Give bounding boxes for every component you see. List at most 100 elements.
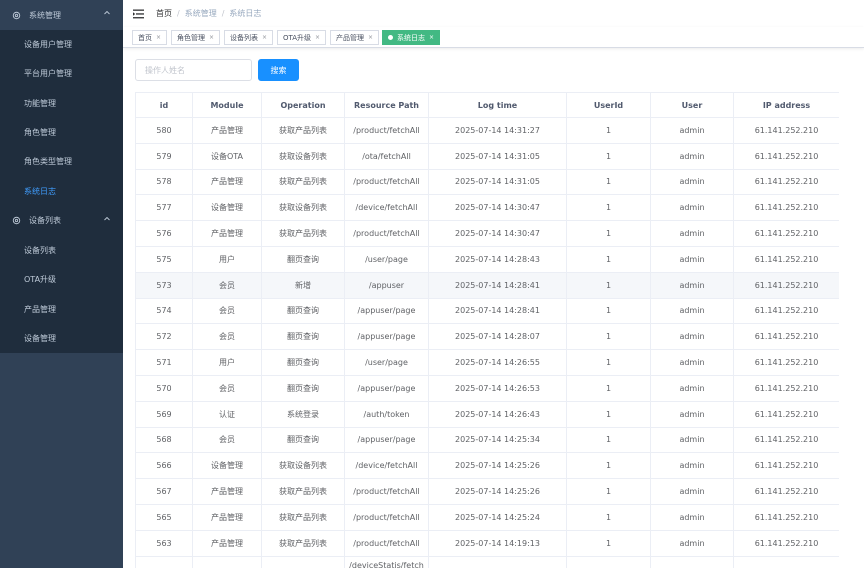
cell-userid: 1 [566,529,651,557]
breadcrumb-separator: / [221,9,225,18]
cell-user: admin [650,117,734,144]
table-row[interactable]: 567 产品管理 获取产品列表/product/fetchAll 2025-07-14… [135,478,839,505]
cell-operation: 翻页查询 [261,426,345,454]
menu-header-devices[interactable]: 设备列表 [0,205,123,236]
cell-module: 设备管理 [192,194,262,222]
menu-header-label: 设备列表 [29,216,61,226]
close-icon[interactable]: × [429,34,434,41]
cell-ip: 61.141.252.210 [733,503,839,531]
sidebar-item-role-types[interactable]: 角色类型管理 [0,147,123,176]
cell-module: 用户 [192,245,262,273]
cell-log-time: 2025-07-14 14:19:13 [428,529,567,557]
cell-userid: 1 [566,245,651,273]
cell-operation: 新增 [261,271,345,299]
cell-id: 579 [135,142,193,170]
hamburger-icon[interactable] [133,8,144,19]
cell-module: 产品管理 [192,168,262,196]
sidebar-item-system-log[interactable]: 系统日志 [0,176,123,205]
tag-products[interactable]: 产品管理 × [330,30,380,45]
table-row[interactable]: 580 产品管理 获取产品列表/product/fetchAll 2025-07-14… [135,117,839,144]
table-row[interactable]: 578 产品管理 获取产品列表/product/fetchAll 2025-07-14… [135,168,839,196]
cell-resource-path: /device/fetchAll [344,194,429,222]
close-icon[interactable]: × [209,34,214,41]
cell-user: admin [650,271,734,299]
sidebar-item-platform-users[interactable]: 平台用户管理 [0,59,123,88]
tag-system-log[interactable]: 系统日志 × [382,30,441,45]
table-row[interactable]: 574 会员 翻页查询/appuser/page 2025-07-14 14:28:4… [135,297,839,325]
table-row[interactable]: 569 认证 系统登录/auth/token 2025-07-14 14:26:43 1… [135,400,839,428]
cell-ip: 61.141.252.210 [733,142,839,170]
cell-userid: 1 [566,297,651,325]
cell-resource-path: /deviceStatis/fetch [344,555,429,568]
sidebar-item-products[interactable]: 产品管理 [0,294,123,323]
cell-module: 产品管理 [192,220,262,247]
cell-user: admin [650,426,734,454]
tag-ota[interactable]: OTA升级 × [277,30,327,45]
table-row[interactable]: 563 产品管理 获取产品列表/product/fetchAll 2025-07-14… [135,529,839,557]
close-icon[interactable]: × [315,34,320,41]
table-row[interactable]: 579 设备OTA 获取设备列表/ota/fetchAll 2025-07-14 14… [135,142,839,170]
table-row[interactable]: 575 用户 翻页查询/user/page 2025-07-14 14:28:43 1 a… [135,245,839,273]
column-header-user: User [650,92,734,118]
cell-log-time: 2025-07-14 14:28:07 [428,323,567,351]
table-row[interactable]: 566 设备管理 获取设备列表/device/fetchAll 2025-07-14 … [135,452,839,480]
cell-user: admin [650,168,734,196]
cell-operation: 获取设备列表 [261,452,345,480]
cell-ip: 61.141.252.210 [733,117,839,144]
cell-id: 577 [135,194,193,222]
cell-operation: 获取产品列表 [261,168,345,196]
cell-resource-path: /appuser/page [344,426,429,454]
table-row[interactable]: 573 会员 新增/appuser 2025-07-14 14:28:41 1 admin… [135,271,839,299]
cell-userid: 1 [566,142,651,170]
close-icon[interactable]: × [262,34,267,41]
cell-userid: 1 [566,220,651,247]
close-icon[interactable]: × [156,34,161,41]
table-row[interactable]: 565 产品管理 获取产品列表/product/fetchAll 2025-07-14… [135,503,839,531]
sidebar-item-devices[interactable]: 设备管理 [0,324,123,353]
cell-ip: 61.141.252.210 [733,245,839,273]
sidebar-item-ota[interactable]: OTA升级 [0,265,123,294]
cell-ip: 61.141.252.210 [733,529,839,557]
cell-id: 574 [135,297,193,325]
cell-operation: 系统登录 [261,400,345,428]
menu-header-label: 系统管理 [29,10,61,20]
cell-userid: 1 [566,117,651,144]
cell-operation: 获取产品列表 [261,220,345,247]
sidebar-item-functions[interactable]: 功能管理 [0,89,123,118]
cell-module: 设备管理 [192,452,262,480]
table-row[interactable]: 577 设备管理 获取设备列表/device/fetchAll 2025-07-14 … [135,194,839,222]
cell-resource-path: /product/fetchAll [344,117,429,144]
tag-device-list[interactable]: 设备列表 × [224,30,274,45]
cell-log-time: 2025-07-14 14:26:53 [428,374,567,402]
cell-operation: 获取设备列表 [261,142,345,170]
sidebar-item-roles[interactable]: 角色管理 [0,118,123,147]
operator-name-input[interactable] [135,59,252,81]
cell-module: 产品管理 [192,117,262,144]
tag-home[interactable]: 首页 × [132,30,168,45]
close-icon[interactable]: × [368,34,373,41]
cell-id: 571 [135,349,193,376]
table-row[interactable]: 568 会员 翻页查询/appuser/page 2025-07-14 14:25:3… [135,426,839,454]
cell-user: admin [650,503,734,531]
tag-role-management[interactable]: 角色管理 × [171,30,221,45]
cell-module: 会员 [192,323,262,351]
sidebar-item-device-list[interactable]: 设备列表 [0,236,123,265]
table-row[interactable]: 572 会员 翻页查询/appuser/page 2025-07-14 14:28:0… [135,323,839,351]
table-row[interactable]: 576 产品管理 获取产品列表/product/fetchAll 2025-07-14… [135,220,839,247]
search-button[interactable]: 搜索 [258,59,299,81]
table-row[interactable]: 570 会员 翻页查询/appuser/page 2025-07-14 14:26:5… [135,374,839,402]
table-row[interactable]: 571 用户 翻页查询/user/page 2025-07-14 14:26:55 1 a… [135,349,839,376]
cell-id [135,555,193,568]
menu-header-system[interactable]: 系统管理 [0,0,123,30]
cell-operation: 获取产品列表 [261,529,345,557]
column-header-ip: IP address [733,92,839,118]
breadcrumb-system-management: 系统管理 [184,9,217,18]
sidebar-item-label: 角色管理 [24,128,56,138]
sidebar-item-device-users[interactable]: 设备用户管理 [0,30,123,59]
breadcrumb-home[interactable]: 首页 [156,8,172,19]
sidebar-item-label: 设备列表 [24,245,56,255]
cell-module: 认证 [192,400,262,428]
column-header-log-time: Log time [428,92,567,118]
chevron-up-icon [104,216,110,222]
table-row[interactable]: /deviceStatis/fetch [135,555,839,568]
